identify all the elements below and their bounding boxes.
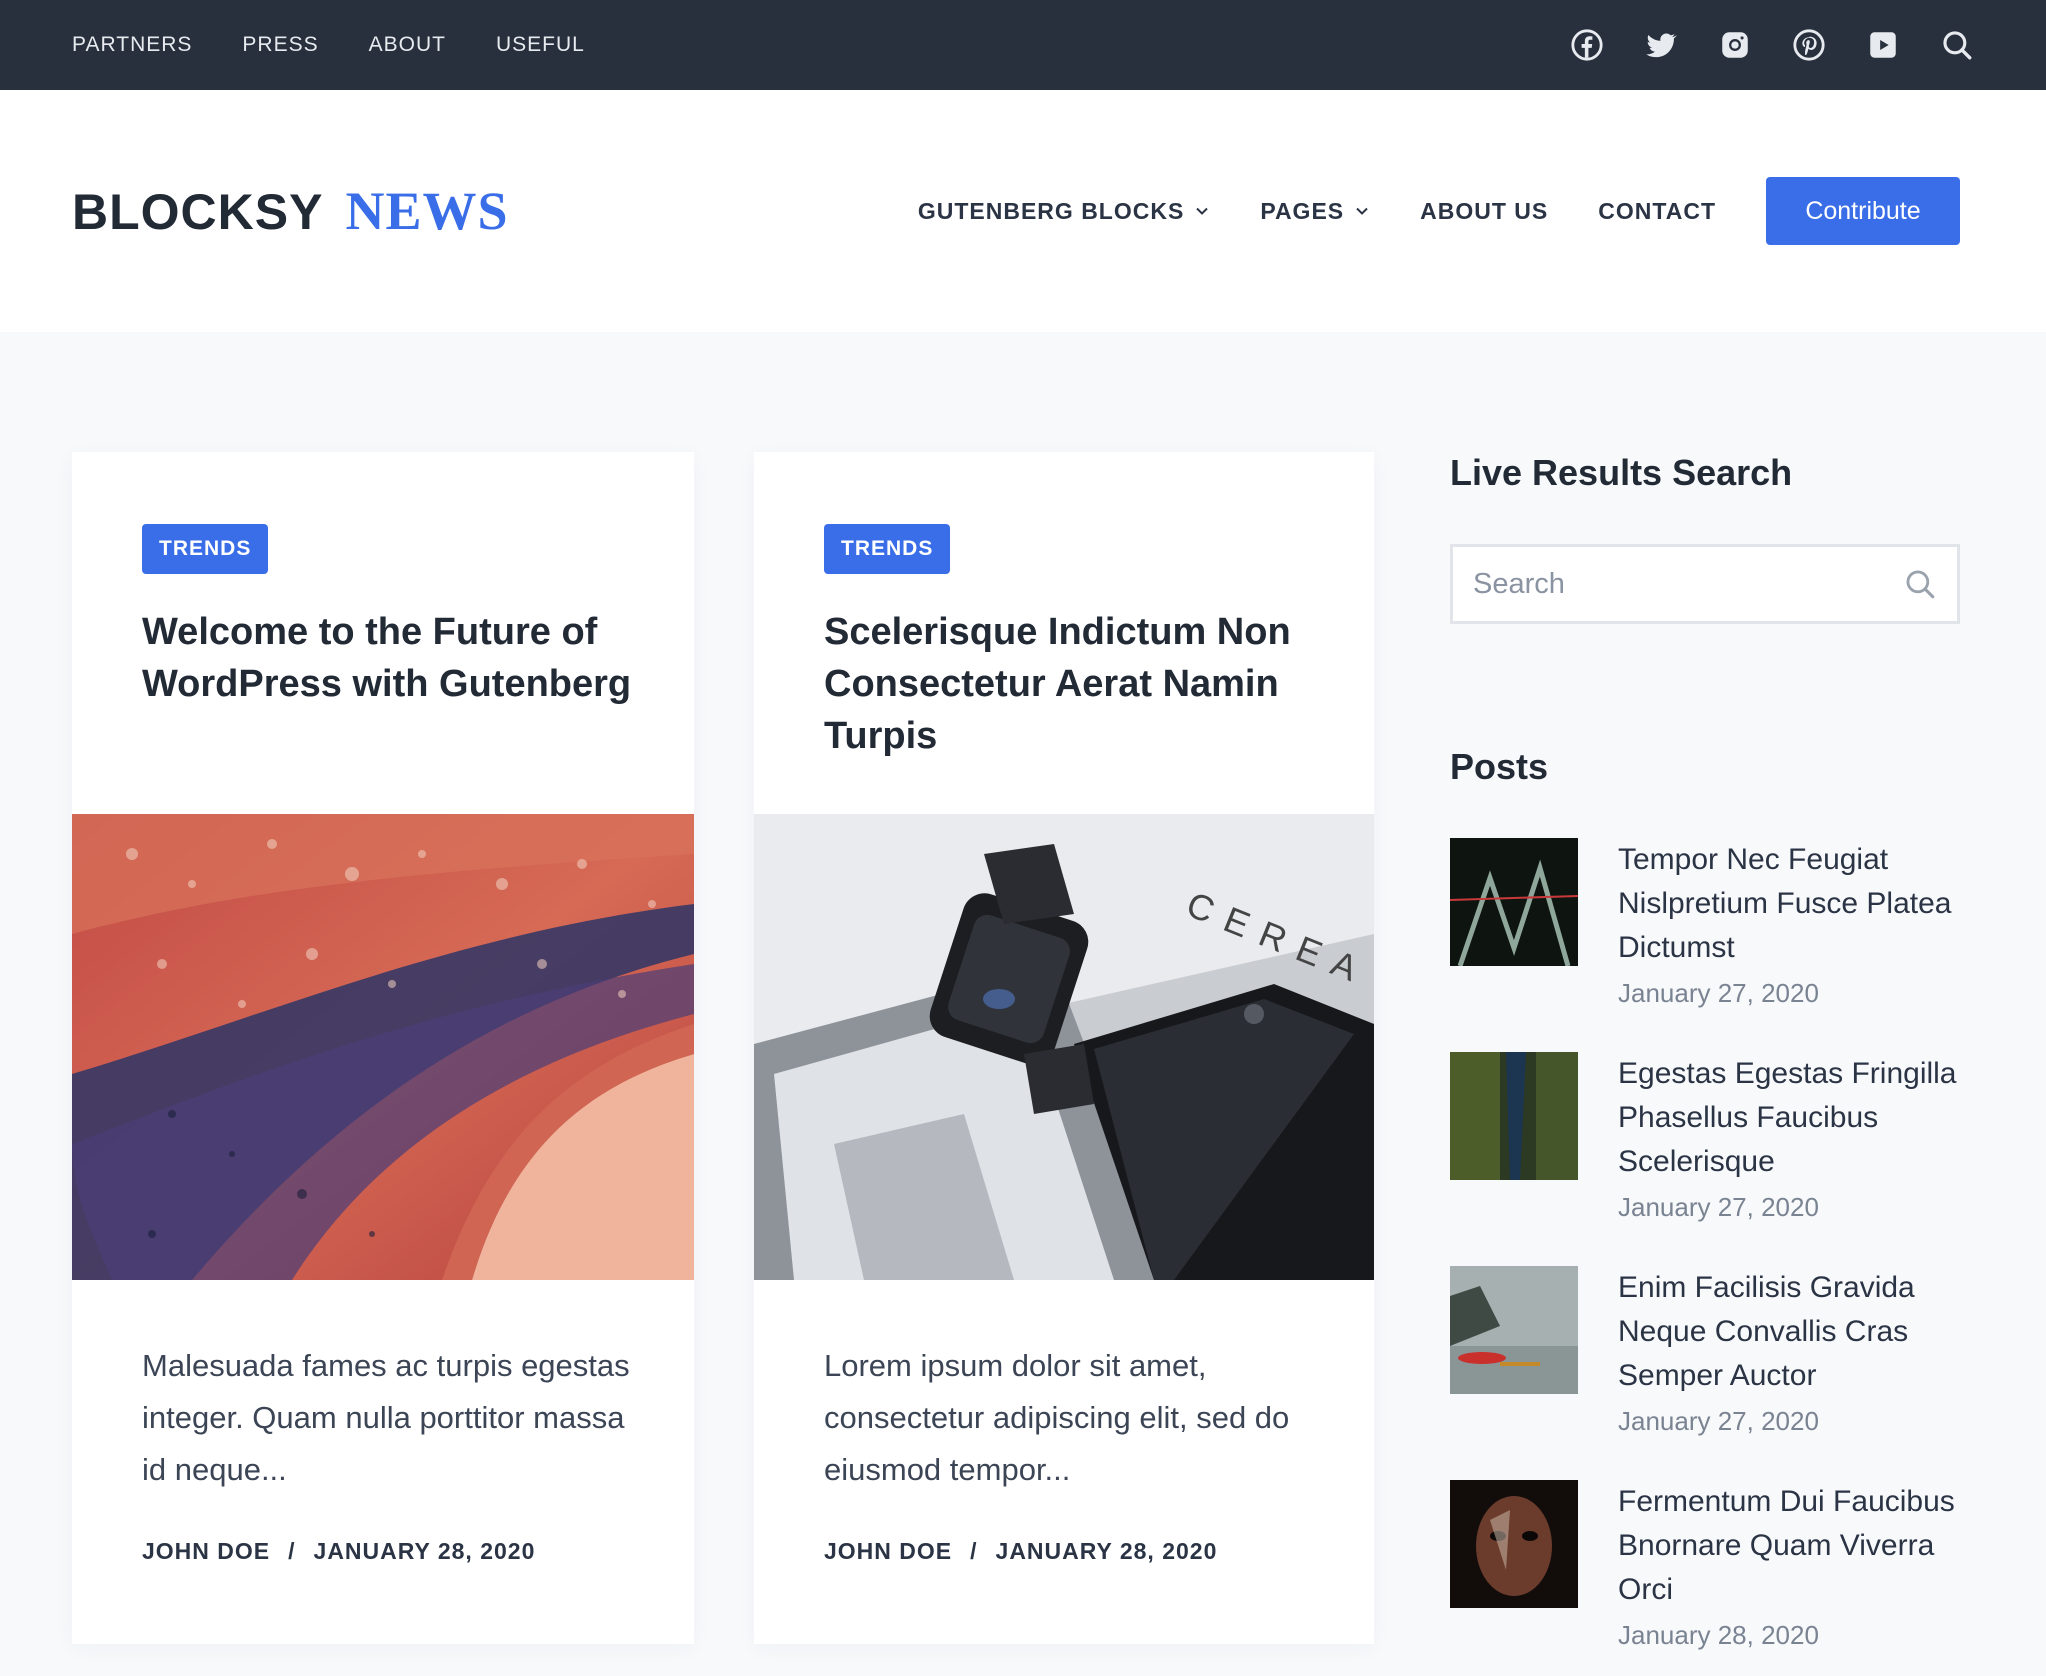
post-date: January 27, 2020 (1618, 1192, 1819, 1222)
nav-item-about-us[interactable]: ABOUT US (1420, 198, 1548, 225)
contribute-button[interactable]: Contribute (1766, 177, 1960, 245)
top-menu-partners[interactable]: PARTNERS (72, 33, 192, 57)
post-thumbnail[interactable] (1450, 1480, 1578, 1608)
search-icon[interactable] (1903, 567, 1937, 601)
post-date: January 27, 2020 (1618, 978, 1819, 1008)
post-date: JANUARY 28, 2020 (995, 1538, 1218, 1564)
nav-item-gutenberg-blocks[interactable]: GUTENBERG BLOCKS (918, 198, 1210, 225)
posts-title: Posts (1450, 746, 1549, 787)
sidebar-post[interactable]: Egestas Egestas Fringilla Phasellus Fauc… (1450, 1052, 1960, 1242)
search-input[interactable] (1473, 567, 1903, 601)
social-icons (1570, 28, 1974, 62)
post-image[interactable]: CEREA (754, 814, 1374, 1280)
nav-item-pages[interactable]: PAGES (1260, 198, 1370, 225)
category-badge[interactable]: TRENDS (142, 524, 269, 574)
post-thumbnail[interactable] (1450, 1052, 1578, 1180)
sidebar-post[interactable]: Tempor Nec Feugiat Nislpretium Fusce Pla… (1450, 838, 1960, 1028)
top-menu-about[interactable]: ABOUT (369, 33, 446, 57)
category-badge[interactable]: TRENDS (824, 524, 951, 574)
chevron-down-icon (1356, 207, 1368, 215)
post-excerpt: Lorem ipsum dolor sit amet, consectetur … (824, 1348, 1290, 1487)
post-date: January 27, 2020 (1618, 1406, 1819, 1436)
post-link[interactable]: Tempor Nec Feugiat Nislpretium Fusce Pla… (1618, 838, 1958, 970)
twitter-icon[interactable] (1644, 28, 1678, 62)
post-title[interactable]: Scelerisque Indictum Non Consectetur Aer… (824, 606, 1314, 762)
meta-separator: / (970, 1538, 978, 1564)
live-search-title: Live Results Search (1450, 452, 1793, 493)
post-link[interactable]: Egestas Egestas Fringilla Phasellus Fauc… (1618, 1052, 1958, 1184)
youtube-icon[interactable] (1866, 28, 1900, 62)
site-logo[interactable]: BLOCKSY NEWS (72, 180, 509, 242)
nav-item-label: ABOUT US (1420, 197, 1549, 224)
top-menu-press[interactable]: PRESS (242, 33, 318, 57)
logo-text-news: NEWS (345, 181, 509, 241)
nav-item-label: CONTACT (1598, 197, 1716, 224)
nav-item-label: PAGES (1260, 197, 1345, 224)
post-title[interactable]: Welcome to the Future of WordPress with … (142, 606, 632, 710)
post-image[interactable] (72, 814, 694, 1280)
post-author[interactable]: JOHN DOE (142, 1538, 270, 1565)
search-icon[interactable] (1940, 28, 1974, 62)
post-meta: JOHN DOE / JANUARY 28, 2020 (142, 1538, 535, 1565)
sidebar-search (1450, 544, 1960, 624)
meta-separator: / (288, 1538, 296, 1564)
sidebar-post[interactable]: Fermentum Dui Faucibus Bnornare Quam Viv… (1450, 1480, 1960, 1670)
nav-item-label: GUTENBERG BLOCKS (917, 197, 1185, 224)
logo-text-blocksy: BLOCKSY (72, 184, 324, 240)
post-thumbnail[interactable] (1450, 1266, 1578, 1394)
post-card: TRENDS Scelerisque Indictum Non Consecte… (754, 452, 1374, 1644)
post-link[interactable]: Enim Facilisis Gravida Neque Convallis C… (1618, 1266, 1958, 1398)
top-menu: PARTNERS PRESS ABOUT USEFUL (72, 33, 635, 57)
post-excerpt: Malesuada fames ac turpis egestas intege… (142, 1348, 630, 1487)
post-date: January 28, 2020 (1618, 1620, 1819, 1650)
chevron-down-icon (1196, 207, 1209, 215)
pinterest-icon[interactable] (1792, 28, 1826, 62)
main-nav: GUTENBERG BLOCKS PAGES ABOUT US CONTACT … (918, 177, 1960, 245)
top-menu-useful[interactable]: USEFUL (496, 33, 585, 57)
post-date: JANUARY 28, 2020 (313, 1538, 536, 1564)
post-link[interactable]: Fermentum Dui Faucibus Bnornare Quam Viv… (1618, 1480, 1958, 1612)
instagram-icon[interactable] (1718, 28, 1752, 62)
post-thumbnail[interactable] (1450, 838, 1578, 966)
sidebar-post[interactable]: Enim Facilisis Gravida Neque Convallis C… (1450, 1266, 1960, 1456)
site-header: BLOCKSY NEWS GUTENBERG BLOCKS PAGES ABOU… (0, 90, 2046, 332)
post-meta: JOHN DOE / JANUARY 28, 2020 (824, 1538, 1217, 1565)
top-bar: PARTNERS PRESS ABOUT USEFUL (0, 0, 2046, 90)
post-author[interactable]: JOHN DOE (824, 1538, 952, 1565)
post-card: TRENDS Welcome to the Future of WordPres… (72, 452, 694, 1644)
facebook-icon[interactable] (1570, 28, 1604, 62)
nav-item-contact[interactable]: CONTACT (1598, 198, 1716, 225)
